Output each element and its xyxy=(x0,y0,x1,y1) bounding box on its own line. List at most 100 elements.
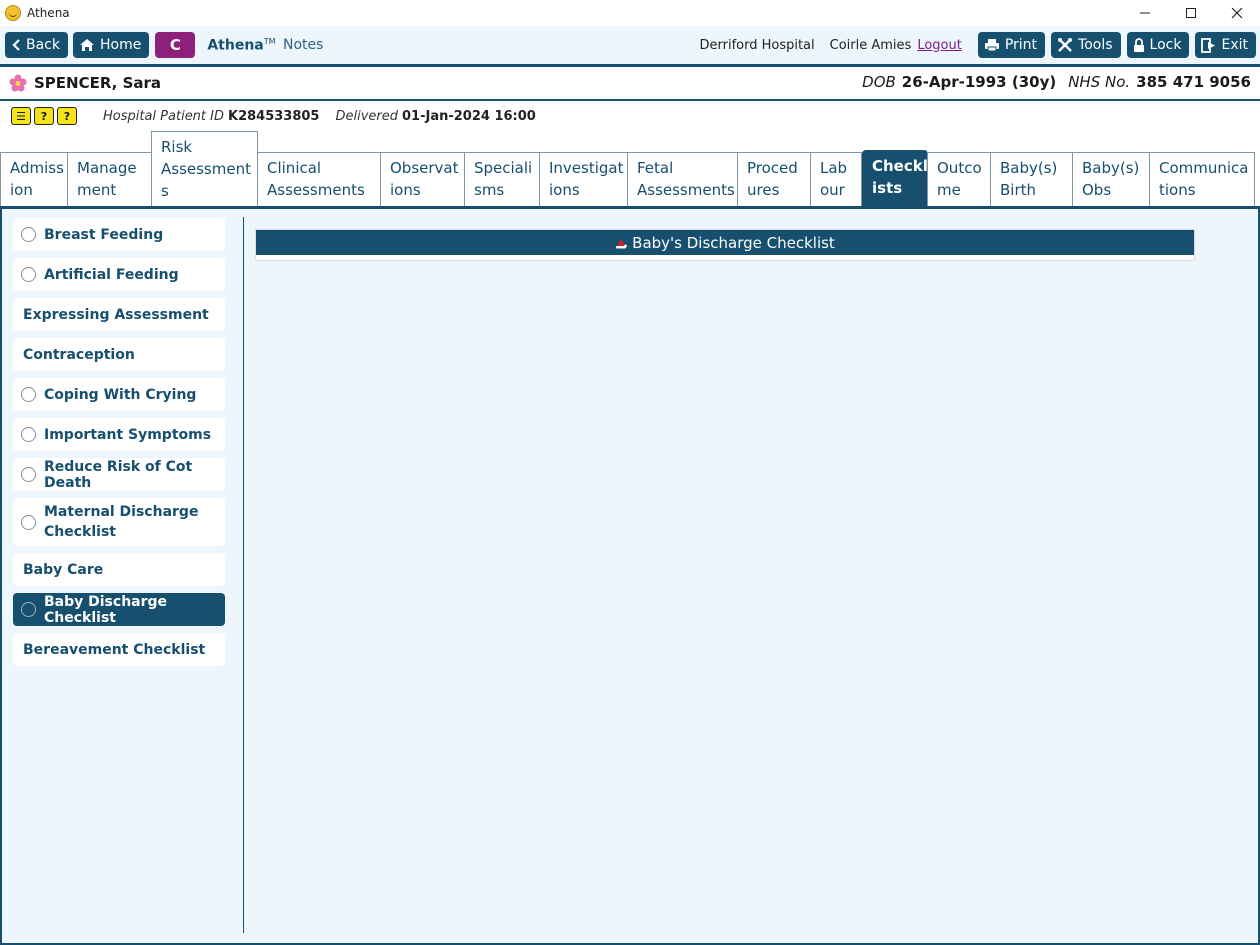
tab-label: Speciali xyxy=(474,159,533,177)
delivered-label: Delivered xyxy=(335,108,399,124)
tab-babys-obs[interactable]: Baby(s) Obs xyxy=(1072,152,1150,207)
tab-outcome[interactable]: Outco me xyxy=(927,152,991,207)
tab-babys-birth[interactable]: Baby(s) Birth xyxy=(990,152,1073,207)
user-name: Coirle Amies xyxy=(829,37,912,53)
alert-question-icon[interactable]: ? xyxy=(34,107,54,125)
tab-label: me xyxy=(937,181,961,199)
hpid-label: Hospital Patient ID xyxy=(103,108,224,124)
tools-button[interactable]: Tools xyxy=(1051,32,1121,58)
alert-question-icon[interactable]: ? xyxy=(57,107,77,125)
tab-label: Assessments xyxy=(267,181,365,199)
sidebar-item-breast-feeding[interactable]: Breast Feeding xyxy=(13,218,225,251)
minimize-button[interactable] xyxy=(1122,0,1168,26)
tab-label: ists xyxy=(872,179,903,197)
sidebar-item-label: Coping With Crying xyxy=(44,386,197,403)
nhs-value: 385 471 9056 xyxy=(1136,73,1251,91)
tab-admission[interactable]: Admiss ion xyxy=(0,152,68,207)
home-icon xyxy=(80,39,94,51)
sidebar-item-baby-care[interactable]: Baby Care xyxy=(13,553,225,586)
sidebar-divider xyxy=(243,217,244,933)
sidebar-item-label: Baby Care xyxy=(23,561,104,578)
app-brand: AthenaTM Notes xyxy=(207,37,323,54)
tab-observations[interactable]: Observat ions xyxy=(380,152,465,207)
logout-link[interactable]: Logout xyxy=(917,38,962,53)
exit-button[interactable]: Exit xyxy=(1195,32,1256,58)
sidebar-item-label: Maternal Discharge Checklist xyxy=(44,502,198,542)
lock-label: Lock xyxy=(1149,37,1182,53)
sidebar-item-bereavement-checklist[interactable]: Bereavement Checklist xyxy=(13,633,225,666)
sidebar-item-label: Baby Discharge Checklist xyxy=(44,593,168,626)
sidebar-item-label: Bereavement Checklist xyxy=(23,641,206,658)
back-button[interactable]: Back xyxy=(5,32,68,58)
sidebar-item-coping-with-crying[interactable]: Coping With Crying xyxy=(13,378,225,411)
tab-specialisms[interactable]: Speciali sms xyxy=(464,152,540,207)
sidebar-item-reduce-risk-cot-death[interactable]: Reduce Risk of Cot Death xyxy=(13,458,225,491)
alert-icons: ☰ ? ? xyxy=(11,107,80,125)
patient-banner: SPENCER, Sara DOB 26-Apr-1993 (30y) NHS No… xyxy=(0,67,1260,99)
tab-label: Baby(s) xyxy=(1082,159,1140,177)
sidebar-item-artificial-feeding[interactable]: Artificial Feeding xyxy=(13,258,225,291)
toolbar-right: Derriford Hospital Coirle Amies Logout P… xyxy=(699,32,1256,58)
tab-label: Baby(s) xyxy=(1000,159,1058,177)
tools-label: Tools xyxy=(1078,37,1113,53)
tab-label: Birth xyxy=(1000,181,1037,199)
tab-label: Investigat xyxy=(549,159,624,177)
dob-label: DOB xyxy=(862,73,896,91)
tab-label: Admiss xyxy=(10,159,64,177)
maximize-button[interactable] xyxy=(1168,0,1214,26)
tab-fetal-assessments[interactable]: Fetal Assessments xyxy=(627,152,738,207)
tab-label: Outco xyxy=(937,159,982,177)
main-tabs: Admiss ion Manage ment Risk Assessment s Cli… xyxy=(0,131,1260,207)
c-button[interactable]: C xyxy=(155,32,196,58)
sidebar-item-label: Important Symptoms xyxy=(44,426,212,443)
tab-label: Manage xyxy=(77,159,137,177)
lock-button[interactable]: Lock xyxy=(1126,32,1190,58)
tab-investigations[interactable]: Investigat ions xyxy=(539,152,628,207)
radio-icon xyxy=(21,514,36,530)
sidebar-item-label-line1: Maternal Discharge xyxy=(44,504,199,520)
info-row: ☰ ? ? Hospital Patient ID K284533805 Deliv… xyxy=(0,101,1260,131)
window-controls xyxy=(1122,0,1260,26)
tab-clinical-assessments[interactable]: Clinical Assessments xyxy=(257,152,381,207)
window-title: Athena xyxy=(27,6,70,20)
alert-list-icon[interactable]: ☰ xyxy=(11,107,31,125)
close-window-button[interactable] xyxy=(1214,0,1260,26)
tab-label: tions xyxy=(1159,181,1196,199)
tab-label: Lab xyxy=(820,159,848,177)
tools-icon xyxy=(1058,38,1073,52)
radio-icon xyxy=(21,227,36,242)
sidebar-item-contraception[interactable]: Contraception xyxy=(13,338,225,371)
tab-communications[interactable]: Communica tions xyxy=(1149,152,1255,207)
radio-icon xyxy=(21,267,36,282)
sidebar-item-expressing-assessment[interactable]: Expressing Assessment xyxy=(13,298,225,331)
tab-label: Fetal xyxy=(637,159,674,177)
sidebar-item-label: Artificial Feeding xyxy=(44,266,179,283)
tab-checklists[interactable]: Checkl ists xyxy=(862,150,928,207)
content-frame: Breast Feeding Artificial Feeding Expres… xyxy=(0,206,1260,945)
tab-procedures[interactable]: Proced ures xyxy=(737,152,811,207)
tab-label: Communica xyxy=(1159,159,1249,177)
tab-label: Clinical xyxy=(267,159,322,177)
tab-risk-assessments[interactable]: Risk Assessment s xyxy=(151,131,258,207)
tab-label: ions xyxy=(549,181,580,199)
tab-label: Obs xyxy=(1082,181,1112,199)
radio-icon xyxy=(21,467,36,482)
sidebar-item-baby-discharge-checklist[interactable]: Baby Discharge Checklist xyxy=(13,593,225,626)
tab-label: ion xyxy=(10,181,33,199)
brand-name: Athena xyxy=(207,37,264,54)
tab-label: s xyxy=(161,182,169,200)
sidebar-item-maternal-discharge-checklist[interactable]: Maternal Discharge Checklist xyxy=(13,498,225,546)
tab-management[interactable]: Manage ment xyxy=(67,152,152,207)
tab-label: ures xyxy=(747,181,780,199)
panel-header: Baby's Discharge Checklist xyxy=(256,230,1194,255)
santa-hat-icon xyxy=(616,238,628,248)
lock-icon xyxy=(1133,37,1144,52)
brand-tm: TM xyxy=(263,36,276,46)
patient-info: Hospital Patient ID K284533805 Delivered 01… xyxy=(103,109,552,124)
home-button[interactable]: Home xyxy=(73,32,150,58)
tab-labour[interactable]: Lab our xyxy=(810,152,862,207)
patient-name: SPENCER, Sara xyxy=(34,74,162,92)
hpid-value: K284533805 xyxy=(228,108,320,124)
sidebar-item-important-symptoms[interactable]: Important Symptoms xyxy=(13,418,225,451)
print-button[interactable]: Print xyxy=(977,32,1046,58)
